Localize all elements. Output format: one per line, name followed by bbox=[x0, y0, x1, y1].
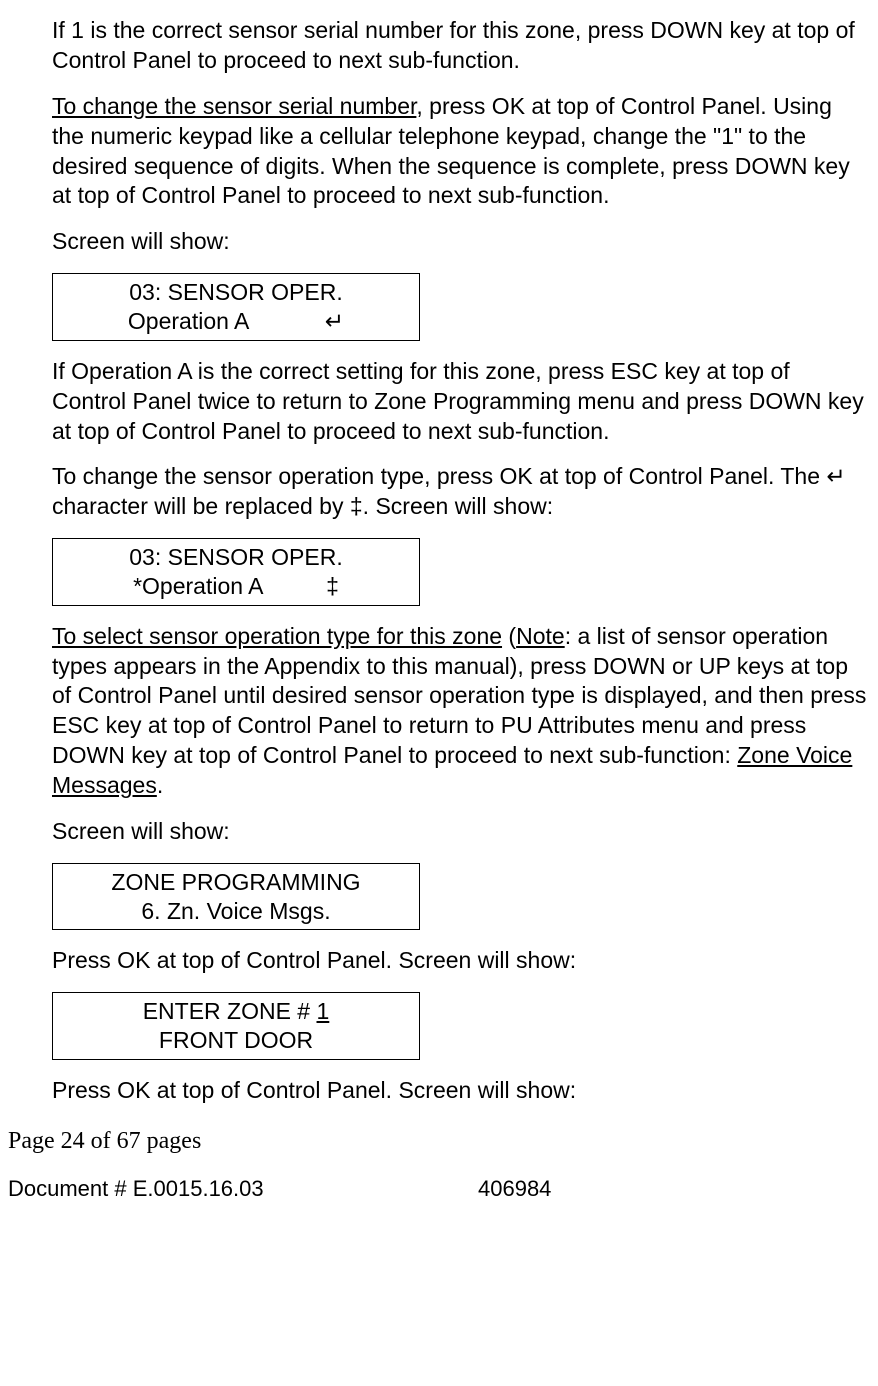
paragraph: To change the sensor serial number, pres… bbox=[52, 92, 868, 212]
paragraph: Screen will show: bbox=[52, 817, 868, 847]
underlined-text: To change the sensor serial number bbox=[52, 93, 416, 119]
lcd-line-1: ENTER ZONE # 1 bbox=[61, 997, 411, 1026]
paragraph: To change the sensor operation type, pre… bbox=[52, 462, 868, 522]
lcd-display: 03: SENSOR OPER. Operation A ↵ bbox=[52, 273, 420, 341]
text: . bbox=[157, 772, 163, 798]
page-number: Page 24 of 67 pages bbox=[0, 1126, 878, 1157]
lcd-display: ZONE PROGRAMMING 6. Zn. Voice Msgs. bbox=[52, 863, 420, 931]
underlined-text: Note bbox=[516, 623, 565, 649]
document-id: Document # E.0015.16.03 bbox=[8, 1175, 478, 1204]
lcd-display: ENTER ZONE # 1 FRONT DOOR bbox=[52, 992, 420, 1060]
text: ( bbox=[502, 623, 516, 649]
document-number: 406984 bbox=[478, 1175, 551, 1204]
lcd-line-2: FRONT DOOR bbox=[61, 1026, 411, 1055]
paragraph: Press OK at top of Control Panel. Screen… bbox=[52, 946, 868, 976]
lcd-display: 03: SENSOR OPER. *Operation A ‡ bbox=[52, 538, 420, 606]
underlined-text: To select sensor operation type for this… bbox=[52, 623, 502, 649]
lcd-line-2: 6. Zn. Voice Msgs. bbox=[61, 897, 411, 926]
paragraph: If 1 is the correct sensor serial number… bbox=[52, 16, 868, 76]
lcd-line-1: 03: SENSOR OPER. bbox=[61, 278, 411, 307]
lcd-line-1: ZONE PROGRAMMING bbox=[61, 868, 411, 897]
paragraph: Press OK at top of Control Panel. Screen… bbox=[52, 1076, 868, 1106]
paragraph: If Operation A is the correct setting fo… bbox=[52, 357, 868, 447]
lcd-line-2: *Operation A ‡ bbox=[61, 572, 411, 601]
lcd-line-1: 03: SENSOR OPER. bbox=[61, 543, 411, 572]
paragraph: Screen will show: bbox=[52, 227, 868, 257]
document-footer: Document # E.0015.16.03 406984 bbox=[0, 1175, 878, 1204]
paragraph: To select sensor operation type for this… bbox=[52, 622, 868, 801]
lcd-line-2: Operation A ↵ bbox=[61, 307, 411, 336]
